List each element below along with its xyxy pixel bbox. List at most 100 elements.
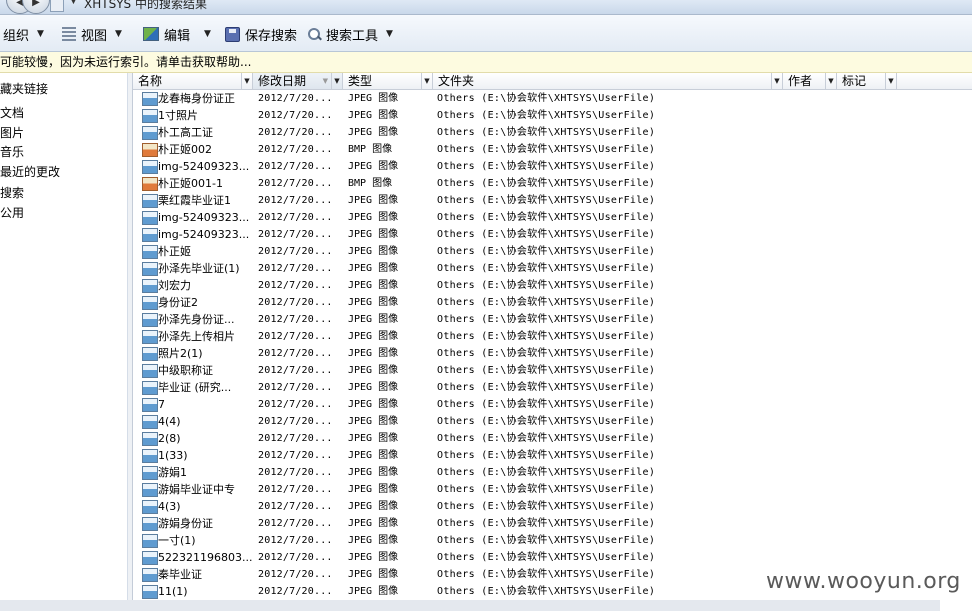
file-name: 照片2(1) — [158, 347, 203, 360]
column-filter-dropdown-icon[interactable]: ▼ — [771, 73, 782, 89]
sidebar-item-documents[interactable]: 文档 — [0, 104, 24, 121]
file-row[interactable]: 孙泽先毕业证(1) 2012/7/20... JPEG 图像 Others (E:\协… — [133, 260, 972, 277]
jpeg-image-icon — [142, 568, 158, 582]
file-row[interactable]: 朴正姬 2012/7/20... JPEG 图像 Others (E:\协会软件\XH… — [133, 243, 972, 260]
column-filter-dropdown-icon[interactable]: ▼ — [825, 73, 836, 89]
file-row[interactable]: 刘宏力 2012/7/20... JPEG 图像 Others (E:\协会软件\XH… — [133, 277, 972, 294]
file-type: JPEG 图像 — [348, 552, 399, 563]
file-row[interactable]: 孙泽先上传相片 2012/7/20... JPEG 图像 Others (E:\协会软… — [133, 328, 972, 345]
file-folder: Others (E:\协会软件\XHTSYS\UserFile) — [437, 246, 656, 257]
file-row[interactable]: 孙泽先身份证... 2012/7/20... JPEG 图像 Others (E:\协… — [133, 311, 972, 328]
column-header-name-label: 名称 — [138, 74, 163, 88]
save-icon — [225, 26, 240, 42]
jpeg-image-icon — [142, 109, 158, 123]
file-name: 7 — [158, 398, 165, 411]
jpeg-image-icon — [142, 432, 158, 446]
file-row[interactable]: 4(4) 2012/7/20... JPEG 图像 Others (E:\协会软件\X… — [133, 413, 972, 430]
file-modified-date: 2012/7/20... — [258, 433, 333, 444]
file-modified-date: 2012/7/20... — [258, 484, 333, 495]
file-row[interactable]: 身份证2 2012/7/20... JPEG 图像 Others (E:\协会软件\X… — [133, 294, 972, 311]
file-row[interactable]: 1寸照片 2012/7/20... JPEG 图像 Others (E:\协会软件\X… — [133, 107, 972, 124]
file-folder: Others (E:\协会软件\XHTSYS\UserFile) — [437, 518, 656, 529]
jpeg-image-icon — [142, 551, 158, 565]
column-header-type[interactable]: 类型 ▼ — [343, 73, 433, 89]
sidebar-item-favorite-links[interactable]: 藏夹链接 — [0, 80, 48, 97]
bmp-image-icon — [142, 177, 158, 191]
file-type: JPEG 图像 — [348, 399, 399, 410]
file-folder: Others (E:\协会软件\XHTSYS\UserFile) — [437, 212, 656, 223]
file-row[interactable]: 游娟1 2012/7/20... JPEG 图像 Others (E:\协会软件\XH… — [133, 464, 972, 481]
sidebar-item-recent-changes[interactable]: 最近的更改 — [0, 163, 60, 180]
jpeg-image-icon — [142, 517, 158, 531]
file-row[interactable]: 522321196803... 2012/7/20... JPEG 图像 Others… — [133, 549, 972, 566]
column-header-author[interactable]: 作者 ▼ — [783, 73, 837, 89]
file-modified-date: 2012/7/20... — [258, 263, 333, 274]
file-folder: Others (E:\协会软件\XHTSYS\UserFile) — [437, 365, 656, 376]
index-warning-text: 可能较慢，因为未运行索引。请单击获取帮助... — [0, 55, 252, 69]
file-row[interactable]: img-52409323... 2012/7/20... JPEG 图像 Others… — [133, 226, 972, 243]
sidebar-item-music[interactable]: 音乐 — [0, 143, 24, 160]
save-search-label: 保存搜索 — [245, 28, 298, 44]
view-button[interactable]: 视图 ▼ — [62, 25, 122, 44]
file-modified-date: 2012/7/20... — [258, 110, 333, 121]
file-row[interactable]: 7 2012/7/20... JPEG 图像 Others (E:\协会软件\XHTS… — [133, 396, 972, 413]
file-type: JPEG 图像 — [348, 433, 399, 444]
index-warning-bar[interactable]: 可能较慢，因为未运行索引。请单击获取帮助... — [0, 52, 972, 73]
chevron-down-icon[interactable]: ▼ — [70, 0, 77, 6]
file-row[interactable]: img-52409323... 2012/7/20... JPEG 图像 Others… — [133, 209, 972, 226]
file-row[interactable]: 朴工高工证 2012/7/20... JPEG 图像 Others (E:\协会软件\… — [133, 124, 972, 141]
file-row[interactable]: 4(3) 2012/7/20... JPEG 图像 Others (E:\协会软件\X… — [133, 498, 972, 515]
file-row[interactable]: img-52409323... 2012/7/20... JPEG 图像 Others… — [133, 158, 972, 175]
file-row[interactable]: 毕业证 (研究... 2012/7/20... JPEG 图像 Others (E:\… — [133, 379, 972, 396]
column-header-tags-label: 标记 — [842, 74, 867, 88]
file-row[interactable]: 一寸(1) 2012/7/20... JPEG 图像 Others (E:\协会软件\… — [133, 532, 972, 549]
file-name: 11(1) — [158, 585, 188, 598]
file-row[interactable]: 1(33) 2012/7/20... JPEG 图像 Others (E:\协会软件\… — [133, 447, 972, 464]
jpeg-image-icon — [142, 483, 158, 497]
organize-button[interactable]: 组织 ▼ — [3, 25, 44, 44]
file-modified-date: 2012/7/20... — [258, 467, 333, 478]
column-filter-dropdown-icon[interactable]: ▼ — [331, 73, 342, 89]
sidebar-item-searches[interactable]: 搜索 — [0, 184, 24, 201]
file-folder: Others (E:\协会软件\XHTSYS\UserFile) — [437, 314, 656, 325]
jpeg-image-icon — [142, 449, 158, 463]
file-row[interactable]: 朴正姬002 2012/7/20... BMP 图像 Others (E:\协会软件\… — [133, 141, 972, 158]
file-type: JPEG 图像 — [348, 93, 399, 104]
file-type: JPEG 图像 — [348, 382, 399, 393]
column-filter-dropdown-icon[interactable]: ▼ — [885, 73, 896, 89]
file-modified-date: 2012/7/20... — [258, 399, 333, 410]
edit-button[interactable]: 编辑 ▼ — [143, 25, 211, 44]
sidebar-item-public[interactable]: 公用 — [0, 204, 24, 221]
file-folder: Others (E:\协会软件\XHTSYS\UserFile) — [437, 433, 656, 444]
jpeg-image-icon — [142, 500, 158, 514]
file-row[interactable]: 游娟毕业证中专 2012/7/20... JPEG 图像 Others (E:\协会软… — [133, 481, 972, 498]
file-row[interactable]: 朴正姬001-1 2012/7/20... BMP 图像 Others (E:\协会软… — [133, 175, 972, 192]
column-header-tags[interactable]: 标记 ▼ — [837, 73, 897, 89]
jpeg-image-icon — [142, 534, 158, 548]
column-header-modified[interactable]: 修改日期 ▼ ▼ — [253, 73, 343, 89]
column-filter-dropdown-icon[interactable]: ▼ — [421, 73, 432, 89]
file-row[interactable]: 栗红霞毕业证1 2012/7/20... JPEG 图像 Others (E:\协会软… — [133, 192, 972, 209]
file-folder: Others (E:\协会软件\XHTSYS\UserFile) — [437, 297, 656, 308]
file-row[interactable]: 龙春梅身份证正 2012/7/20... JPEG 图像 Others (E:\协会软… — [133, 90, 972, 107]
column-header-name[interactable]: 名称 ▼ — [133, 73, 253, 89]
file-name: 孙泽先毕业证(1) — [158, 262, 240, 275]
window-title: XHTSYS 中的搜索结果 — [84, 0, 207, 11]
jpeg-image-icon — [142, 92, 158, 106]
file-row[interactable]: 游娟身份证 2012/7/20... JPEG 图像 Others (E:\协会软件\… — [133, 515, 972, 532]
horizontal-scrollbar[interactable] — [0, 600, 940, 611]
column-header-folder[interactable]: 文件夹 ▼ — [433, 73, 783, 89]
file-type: JPEG 图像 — [348, 297, 399, 308]
file-row[interactable]: 2(8) 2012/7/20... JPEG 图像 Others (E:\协会软件\X… — [133, 430, 972, 447]
file-modified-date: 2012/7/20... — [258, 144, 333, 155]
save-search-button[interactable]: 保存搜索 — [225, 25, 298, 44]
sidebar-item-pictures[interactable]: 图片 — [0, 124, 24, 141]
file-name: 游娟身份证 — [158, 517, 213, 530]
file-row[interactable]: 中级职称证 2012/7/20... JPEG 图像 Others (E:\协会软件\… — [133, 362, 972, 379]
file-name: 秦毕业证 — [158, 568, 202, 581]
file-row[interactable]: 照片2(1) 2012/7/20... JPEG 图像 Others (E:\协会软件… — [133, 345, 972, 362]
file-modified-date: 2012/7/20... — [258, 297, 333, 308]
jpeg-image-icon — [142, 466, 158, 480]
column-filter-dropdown-icon[interactable]: ▼ — [241, 73, 252, 89]
search-tools-button[interactable]: 搜索工具 ▼ — [307, 25, 393, 44]
